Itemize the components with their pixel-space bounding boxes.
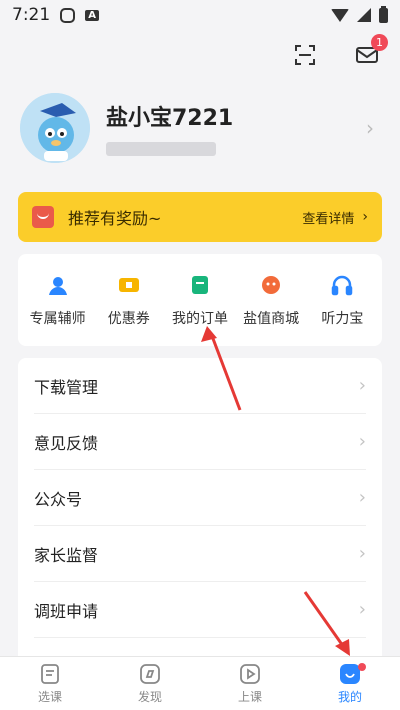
signal-icon <box>357 8 371 22</box>
compass-icon <box>139 663 161 685</box>
avatar[interactable] <box>20 93 90 163</box>
coupon-icon <box>116 272 142 298</box>
tab-class[interactable]: 上课 <box>200 657 300 710</box>
chevron-right-icon: › <box>358 375 366 396</box>
tab-discover[interactable]: 发现 <box>100 657 200 710</box>
bottom-tab-bar: 选课 发现 上课 我的 <box>0 656 400 710</box>
scan-button[interactable] <box>292 42 318 68</box>
messages-button[interactable]: 1 <box>354 34 388 68</box>
status-time: 7:21 <box>12 5 51 25</box>
quick-action-orders[interactable]: 我的订单 <box>166 272 234 328</box>
quick-action-mall[interactable]: 盐值商城 <box>237 272 305 328</box>
chevron-right-icon: › <box>366 116 374 140</box>
quick-action-coupon[interactable]: 优惠券 <box>95 272 163 328</box>
headphones-icon <box>329 272 355 298</box>
quick-action-listening[interactable]: 听力宝 <box>308 272 376 328</box>
tab-me[interactable]: 我的 <box>300 657 400 710</box>
battery-icon <box>379 5 388 23</box>
chevron-right-icon: › <box>358 543 366 564</box>
mall-icon <box>258 272 284 298</box>
tab-courses[interactable]: 选课 <box>0 657 100 710</box>
status-bar: 7:21 A <box>0 0 400 30</box>
reward-detail-link[interactable]: 查看详情 <box>302 208 354 227</box>
chevron-right-icon: › <box>362 209 368 225</box>
referral-reward-banner[interactable]: 推荐有奖励~ 查看详情 › <box>18 192 382 242</box>
chevron-right-icon: › <box>358 487 366 508</box>
quick-action-tutor[interactable]: 专属辅师 <box>24 272 92 328</box>
tutor-icon <box>45 272 71 298</box>
chevron-right-icon: › <box>358 431 366 452</box>
gift-icon <box>32 206 54 228</box>
blurred-user-id <box>106 142 216 156</box>
order-icon <box>187 272 213 298</box>
menu-item-parent-supervision[interactable]: 家长监督 › <box>34 526 366 582</box>
menu-item-official-account[interactable]: 公众号 › <box>34 470 366 526</box>
chevron-right-icon: › <box>358 599 366 620</box>
menu-item-downloads[interactable]: 下载管理 › <box>34 358 366 414</box>
play-icon <box>239 663 261 685</box>
profile-header[interactable]: 盐小宝7221 › <box>20 92 380 164</box>
course-icon <box>39 663 61 685</box>
notification-badge: 1 <box>371 34 388 51</box>
settings-menu: 下载管理 › 意见反馈 › 公众号 › 家长监督 › 调班申请 › <box>18 358 382 658</box>
tab-notification-dot <box>358 663 366 671</box>
scan-icon <box>295 45 315 65</box>
reward-title: 推荐有奖励~ <box>68 209 162 228</box>
username: 盐小宝7221 <box>106 106 234 131</box>
menu-item-class-transfer[interactable]: 调班申请 › <box>34 582 366 638</box>
menu-item-feedback[interactable]: 意见反馈 › <box>34 414 366 470</box>
wifi-icon <box>331 8 349 22</box>
a-icon: A <box>85 9 99 21</box>
quick-actions: 专属辅师 优惠券 我的订单 盐值商城 听力宝 <box>18 254 382 346</box>
android-icon <box>60 7 76 23</box>
